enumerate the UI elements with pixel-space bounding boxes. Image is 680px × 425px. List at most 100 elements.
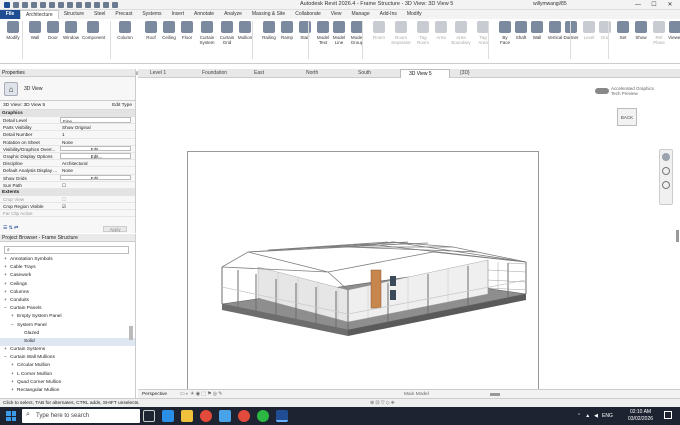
apply-button[interactable]: Apply	[103, 226, 127, 232]
tab-analyze[interactable]: Analyze	[219, 10, 247, 20]
ribbon-room-button[interactable]: Room	[368, 21, 390, 55]
ribbon-area-boundary-button[interactable]: Area Boundary	[450, 21, 472, 55]
tab-view[interactable]: View	[326, 10, 347, 20]
property-value[interactable]: ☐	[60, 196, 135, 202]
tab-annotate[interactable]: Annotate	[189, 10, 219, 20]
crop-region[interactable]	[187, 151, 539, 390]
edit-type-button[interactable]: Edit Type	[112, 101, 132, 109]
store-icon[interactable]	[219, 410, 231, 422]
orbit-icon[interactable]	[662, 181, 670, 189]
ribbon-column-button[interactable]: Column	[114, 21, 136, 55]
property-row[interactable]: Crop View ☐	[0, 196, 135, 204]
property-value[interactable]: None	[60, 167, 135, 173]
file-explorer-icon[interactable]	[181, 410, 193, 422]
tray-up-icon[interactable]: ⌃	[577, 409, 581, 423]
horizontal-scrollbar[interactable]	[490, 393, 500, 396]
property-value[interactable]	[60, 210, 135, 216]
measure-icon[interactable]	[58, 2, 64, 8]
network-icon[interactable]: ▲	[585, 409, 590, 423]
system-tray[interactable]: ⌃ ▲ ◀ ENG	[577, 409, 613, 423]
instance-selector[interactable]: 3D View: 3D View 5 Edit Type	[0, 101, 135, 110]
clock[interactable]: 02:10 AM 03/02/2026	[628, 409, 653, 422]
browser-scrollbar[interactable]	[129, 326, 133, 340]
property-value[interactable]: Show Original	[60, 124, 135, 130]
file-tab[interactable]: File	[0, 10, 20, 19]
view-tab-foundation[interactable]: Foundation	[194, 69, 244, 78]
browser-item[interactable]: + Cable Trays	[0, 264, 135, 272]
browser-item[interactable]: + Empty System Panel	[0, 313, 135, 321]
ribbon-area-button[interactable]: Area	[430, 21, 452, 55]
property-row[interactable]: Discipline Architectural	[0, 160, 135, 168]
tab-structure[interactable]: Structure	[59, 10, 89, 20]
property-value[interactable]: Edit...	[60, 175, 131, 181]
tab-precast[interactable]: Precast	[110, 10, 137, 20]
ribbon-tag-area-button[interactable]: Tag Area	[472, 21, 494, 55]
view-tab-east[interactable]: East	[246, 69, 296, 78]
chrome-icon[interactable]	[200, 410, 212, 422]
tab-insert[interactable]: Insert	[167, 10, 190, 20]
steering-wheel-icon[interactable]	[662, 153, 670, 161]
navigation-bar[interactable]	[659, 149, 673, 205]
browser-item[interactable]: + Curtain Systems	[0, 346, 135, 354]
undo-icon[interactable]	[31, 2, 37, 8]
property-row[interactable]: Crop Region Visible ☑	[0, 203, 135, 211]
maximize-button[interactable]: ☐	[646, 0, 662, 10]
browser-search-input[interactable]: ⌕	[4, 246, 129, 254]
group-extents[interactable]: Extents	[0, 188, 135, 196]
property-row[interactable]: Rotation on Sheet None	[0, 139, 135, 146]
taskbar-search-box[interactable]: Type here to search	[22, 409, 140, 423]
close-button[interactable]: ✕	[662, 0, 678, 10]
tab-architecture[interactable]: Architecture	[20, 9, 59, 20]
revit-logo-icon[interactable]	[4, 2, 10, 8]
property-row[interactable]: Default Analysis Display ... None	[0, 167, 135, 175]
ribbon-room-separator-button[interactable]: Room Separator	[390, 21, 412, 55]
browser-item[interactable]: + Ceilings	[0, 281, 135, 289]
volume-icon[interactable]: ◀	[594, 409, 598, 423]
browser-item[interactable]: + L Corner Mullion	[0, 371, 135, 379]
whatsapp-icon[interactable]	[257, 410, 269, 422]
frame-structure-model[interactable]	[188, 152, 540, 391]
tab-systems[interactable]: Systems	[137, 10, 166, 20]
view-tab-north[interactable]: North	[298, 69, 348, 78]
property-row[interactable]: Visibility/Graphics Overr... Edit...	[0, 146, 135, 153]
redo-icon[interactable]	[40, 2, 46, 8]
browser-item[interactable]: + Rectangular Mullion	[0, 387, 135, 395]
notification-icon[interactable]	[664, 411, 672, 419]
property-value[interactable]: Edit...	[60, 146, 131, 152]
tab-modify[interactable]: Modify	[402, 10, 427, 20]
zoom-icon[interactable]	[662, 167, 670, 175]
browser-item[interactable]: + Annotation Symbols	[0, 256, 135, 264]
minimize-button[interactable]: —	[630, 0, 646, 10]
browser-item[interactable]: − System Panel	[0, 322, 135, 330]
property-row[interactable]: Graphic Display Options Edit...	[0, 153, 135, 161]
browser-item[interactable]: + Conduits	[0, 297, 135, 305]
group-graphics[interactable]: Graphics	[0, 110, 135, 117]
browser-item[interactable]: + Casework	[0, 272, 135, 280]
browser-item[interactable]: + Quad Corner Mullion	[0, 379, 135, 387]
ribbon-curtain-system-button[interactable]: Curtain System	[196, 21, 218, 55]
ribbon-floor-button[interactable]: Floor	[176, 21, 198, 55]
tab-steel[interactable]: Steel	[89, 10, 110, 20]
revit-icon[interactable]	[276, 410, 288, 422]
quick-access-toolbar[interactable]	[4, 2, 118, 8]
property-value[interactable]: 1	[60, 131, 135, 137]
tag-icon[interactable]	[67, 2, 73, 8]
viewcube[interactable]: BACK	[614, 104, 640, 130]
ribbon-model-group-button[interactable]: Model Group	[346, 21, 368, 55]
browser-item[interactable]: Glazed	[0, 330, 135, 338]
view-tab-3d-view-5[interactable]: 3D View 5	[400, 69, 450, 78]
view-tab-level-1[interactable]: Level 1	[142, 69, 192, 78]
property-row[interactable]: Sun Path ☐	[0, 182, 135, 189]
ribbon-component-button[interactable]: Component	[82, 21, 105, 55]
accelerated-graphics-toggle[interactable]	[595, 88, 609, 94]
browser-item[interactable]: + Columns	[0, 289, 135, 297]
ribbon-window-button[interactable]: Window	[60, 21, 82, 55]
chrome-2-icon[interactable]	[238, 410, 250, 422]
user-account[interactable]: willymwangi/85	[533, 1, 567, 7]
thin-lines-icon[interactable]	[103, 2, 109, 8]
property-value[interactable]: ☑	[60, 203, 135, 209]
ribbon-viewer-button[interactable]: Viewer	[664, 21, 680, 55]
tab-massing-site[interactable]: Massing & Site	[247, 10, 290, 20]
browser-item[interactable]: − Curtain Panels	[0, 305, 135, 313]
windows-start-icon[interactable]	[6, 411, 16, 421]
